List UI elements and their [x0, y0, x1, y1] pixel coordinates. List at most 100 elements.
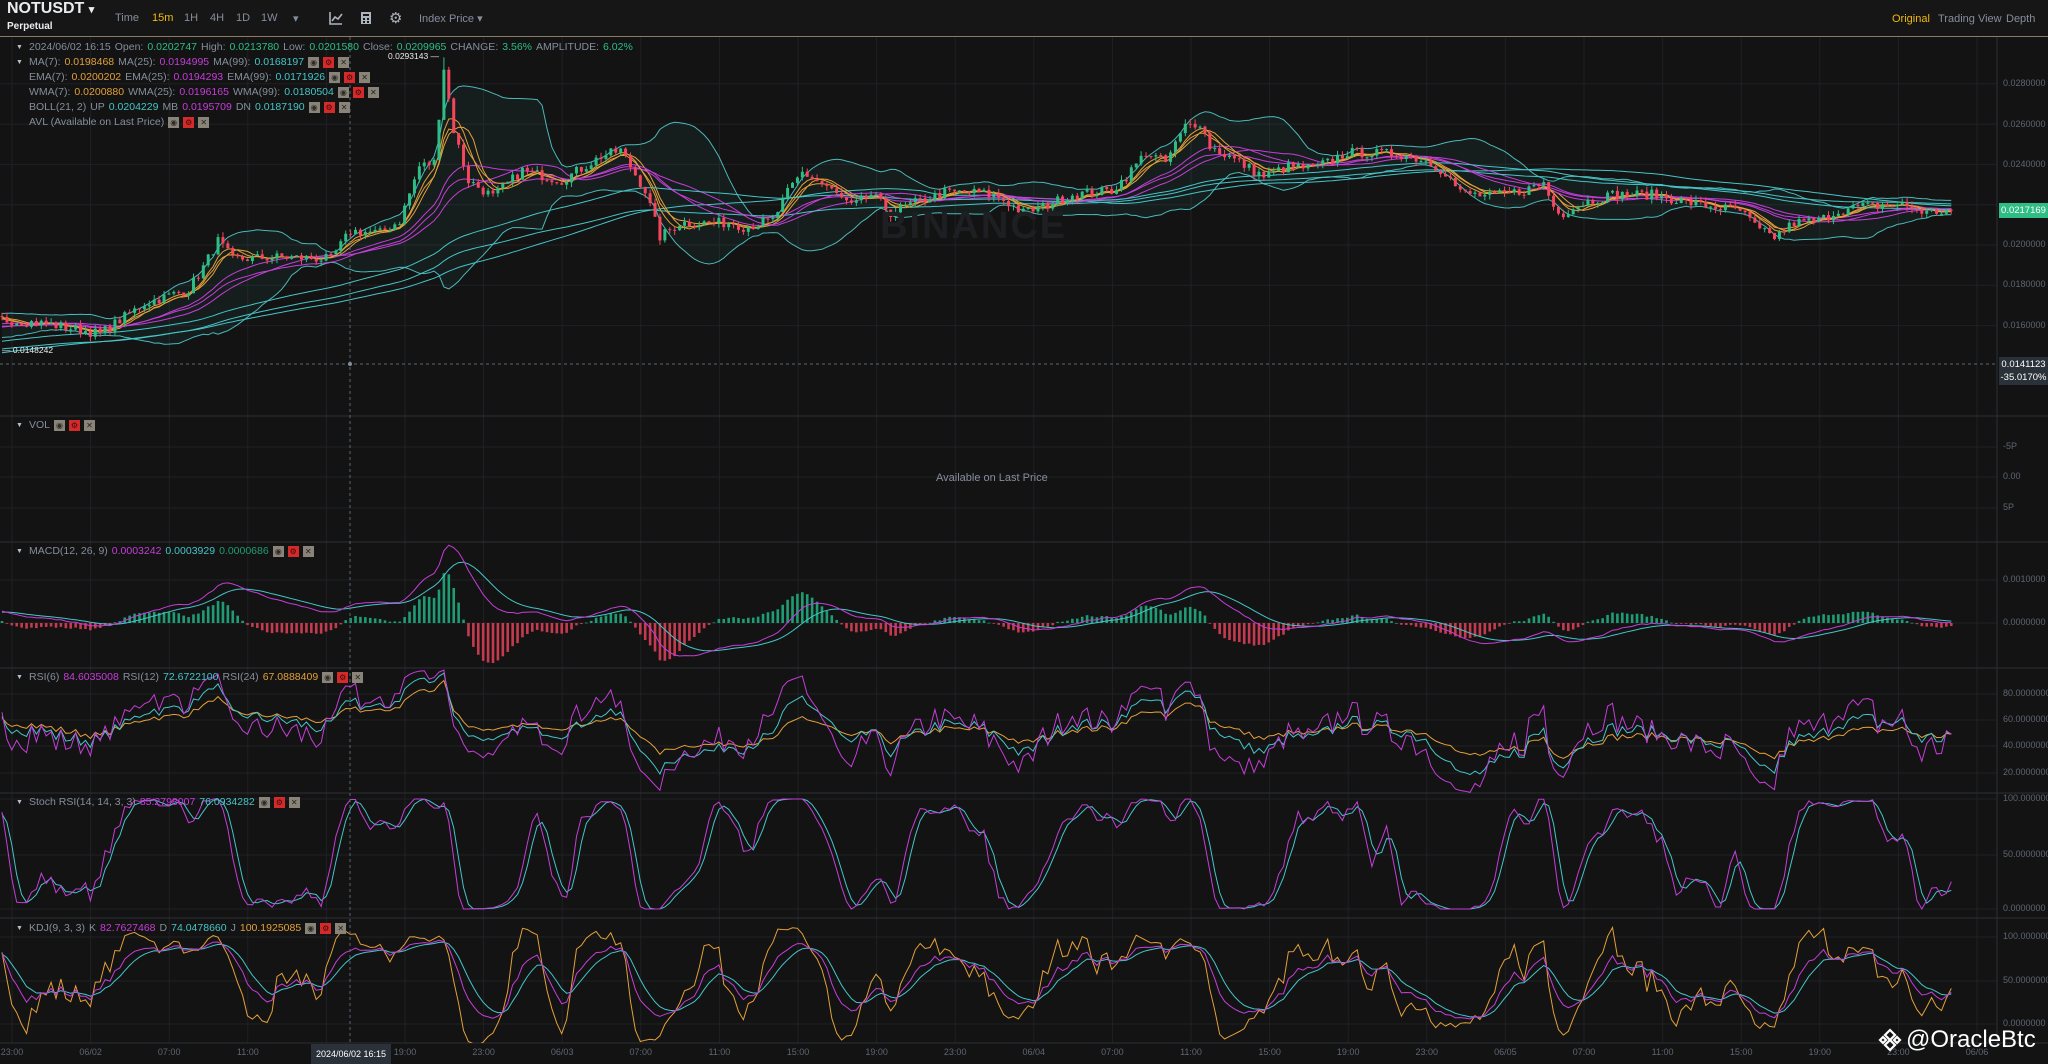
candle-body	[1694, 200, 1698, 206]
candle-body	[840, 192, 844, 198]
macd-histogram-bar	[855, 623, 858, 633]
macd-histogram-bar	[639, 623, 642, 635]
candle-body	[1424, 160, 1428, 162]
gear-icon[interactable]: ⚙	[344, 72, 356, 83]
candle-body	[555, 182, 559, 184]
collapse-triangle-icon[interactable]: ▼	[16, 41, 25, 54]
macd-histogram-bar	[1434, 623, 1438, 631]
candle-body	[1463, 189, 1467, 191]
close-icon[interactable]: ✕	[352, 672, 364, 683]
collapse-triangle-icon[interactable]: ▼	[16, 671, 25, 684]
time-tick: 07:00	[1101, 1047, 1124, 1057]
macd-histogram-bar	[1527, 618, 1531, 623]
close-icon[interactable]: ✕	[198, 117, 210, 128]
macd-histogram-bar	[786, 599, 789, 623]
candle-body	[535, 170, 539, 172]
macd-histogram-bar	[1331, 619, 1334, 623]
eye-icon[interactable]: ◉	[258, 797, 270, 808]
candle-body	[172, 291, 176, 294]
candle-body	[93, 328, 97, 337]
macd-histogram-bar	[879, 623, 883, 630]
collapse-triangle-icon[interactable]: ▼	[16, 796, 25, 809]
wma-legend: WMA(7): 0.0200880 WMA(25): 0.0196165 WMA(9…	[16, 86, 379, 99]
gear-icon[interactable]: ⚙	[337, 672, 349, 683]
eye-icon[interactable]: ◉	[329, 72, 341, 83]
candle-body	[570, 173, 574, 183]
eye-icon[interactable]: ◉	[54, 420, 66, 431]
macd-histogram-bar	[1630, 614, 1634, 623]
time-tick: 15:00	[1729, 1047, 1753, 1057]
macd-histogram-bar	[1925, 623, 1929, 627]
macd-histogram-bar	[1571, 623, 1575, 630]
macd-histogram-bar	[1812, 616, 1816, 623]
eye-icon[interactable]: ◉	[322, 672, 334, 683]
candle-body	[584, 169, 588, 172]
macd-histogram-bar	[1675, 623, 1678, 625]
candle-body	[417, 166, 421, 180]
eye-icon[interactable]: ◉	[168, 117, 180, 128]
candle-body	[1812, 218, 1816, 222]
candle-body	[1679, 198, 1683, 203]
stoch-tick: 0.0000000	[2003, 903, 2046, 913]
close-icon[interactable]: ✕	[335, 923, 347, 934]
rsi-tick: 40.0000000	[2003, 740, 2048, 750]
candle-body	[349, 233, 353, 235]
eye-icon[interactable]: ◉	[272, 546, 284, 557]
gear-icon[interactable]: ⚙	[323, 102, 335, 113]
close-icon[interactable]: ✕	[302, 546, 314, 557]
collapse-triangle-icon[interactable]: ▼	[16, 922, 25, 935]
vol-legend: ▼ VOL ◉ ⚙ ✕	[16, 419, 96, 432]
macd-histogram-bar	[997, 623, 1001, 625]
close-icon[interactable]: ✕	[288, 797, 300, 808]
eye-icon[interactable]: ◉	[308, 102, 320, 113]
gear-icon[interactable]: ⚙	[323, 57, 335, 68]
candle-body	[300, 255, 304, 260]
candle-body	[1439, 170, 1443, 175]
close-icon[interactable]: ✕	[338, 57, 350, 68]
candle-body	[442, 69, 446, 120]
gear-icon[interactable]: ⚙	[69, 420, 81, 431]
candle-body	[1173, 141, 1177, 153]
close-icon[interactable]: ✕	[367, 87, 379, 98]
macd-histogram-bar	[580, 623, 583, 625]
ma99-value: 0.0168197	[254, 56, 305, 68]
candle-body	[1856, 205, 1860, 207]
candle-body	[746, 226, 750, 232]
close-icon[interactable]: ✕	[359, 72, 371, 83]
close-icon[interactable]: ✕	[338, 102, 350, 113]
candle-body	[83, 331, 87, 334]
macd-histogram-bar	[1743, 623, 1747, 626]
gear-icon[interactable]: ⚙	[273, 797, 285, 808]
candle-body	[1105, 187, 1109, 190]
candle-body	[643, 186, 647, 194]
gear-icon[interactable]: ⚙	[320, 923, 332, 934]
kdj-tick: 100.0000000	[2003, 931, 2048, 941]
candle-body	[1316, 164, 1320, 166]
eye-icon[interactable]: ◉	[308, 57, 320, 68]
candle-body	[481, 187, 485, 195]
collapse-triangle-icon[interactable]: ▼	[16, 56, 25, 69]
time-tick: 11:00	[236, 1047, 259, 1057]
crosshair-dot	[348, 362, 352, 366]
gear-icon[interactable]: ⚙	[183, 117, 195, 128]
chart-canvas[interactable]	[0, 0, 2048, 1064]
eye-icon[interactable]: ◉	[337, 87, 349, 98]
macd-histogram-bar	[152, 611, 156, 623]
macd-histogram-bar	[0, 620, 4, 623]
macd-histogram-bar	[1188, 606, 1192, 623]
candle	[403, 202, 407, 225]
eye-icon[interactable]: ◉	[305, 923, 317, 934]
macd-histogram-bar	[246, 623, 249, 626]
macd-histogram-bar	[300, 623, 303, 634]
close-icon[interactable]: ✕	[84, 420, 96, 431]
macd-histogram-bar	[427, 596, 431, 623]
candle-body	[506, 181, 510, 184]
collapse-triangle-icon[interactable]: ▼	[16, 545, 25, 558]
macd-histogram-bar	[64, 623, 68, 629]
gear-icon[interactable]: ⚙	[287, 546, 299, 557]
collapse-triangle-icon[interactable]: ▼	[16, 419, 25, 432]
gear-icon[interactable]: ⚙	[352, 87, 364, 98]
candle-body	[574, 166, 578, 174]
candle-body	[1188, 123, 1192, 125]
macd-histogram-bar	[364, 617, 367, 623]
